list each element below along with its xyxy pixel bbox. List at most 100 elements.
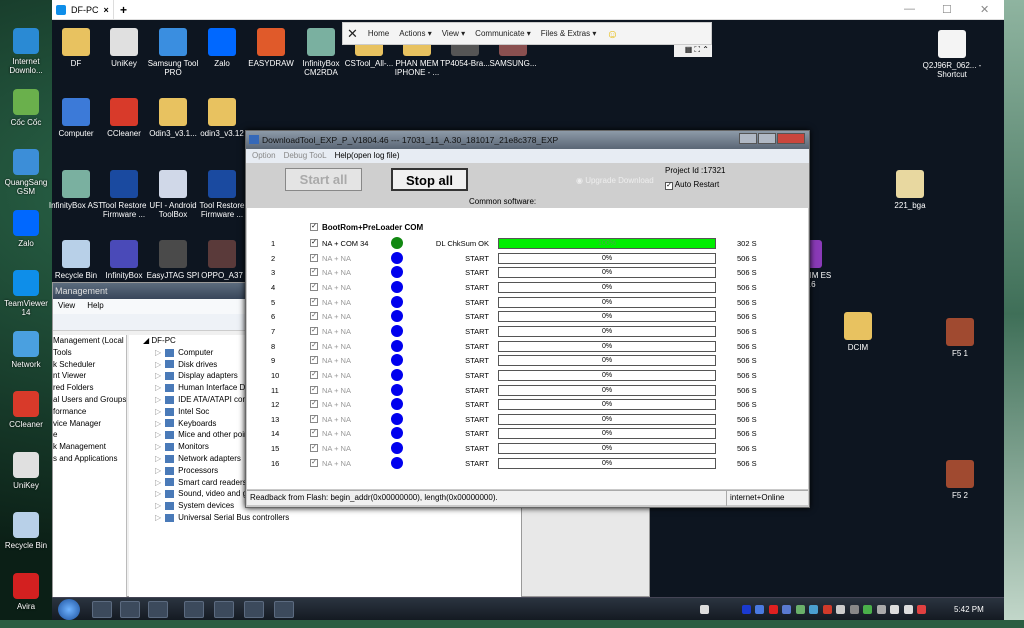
close-button[interactable]: ✕ <box>980 3 989 16</box>
port-checkbox[interactable]: ✓ <box>310 458 318 467</box>
start-all-button[interactable]: Start all <box>285 168 362 191</box>
port-checkbox[interactable]: ✓ <box>310 385 318 394</box>
desktop-icon[interactable]: Cốc Cốc <box>0 88 52 127</box>
auto-restart-checkbox[interactable]: ✓ Auto Restart <box>665 180 719 190</box>
view-button[interactable]: View ▾ <box>442 29 465 38</box>
desktop-icon[interactable]: Avira <box>0 572 52 611</box>
tree-item[interactable]: Management (Local <box>53 335 126 347</box>
menu-view[interactable]: View <box>58 301 75 312</box>
desktop-icon[interactable]: CCleaner <box>0 391 52 429</box>
tree-item[interactable]: al Users and Groups <box>53 394 126 406</box>
desktop-icon[interactable]: QuangSang GSM <box>0 149 52 196</box>
tray-icon[interactable] <box>903 605 913 614</box>
header-checkbox[interactable]: ✓ <box>310 223 318 231</box>
desktop-icon[interactable]: DCIM <box>828 312 888 352</box>
tray-icon[interactable] <box>782 605 791 614</box>
tray-icon[interactable] <box>741 605 751 614</box>
menu-item[interactable]: Option <box>252 151 276 161</box>
port-checkbox[interactable]: ✓ <box>310 370 318 379</box>
upgrade-download-radio[interactable]: ◉ Upgrade Download <box>576 176 654 185</box>
tree-item[interactable]: formance <box>53 406 126 418</box>
icon-label: Internet Downlo... <box>9 57 43 75</box>
tree-item[interactable]: k Scheduler <box>53 359 126 371</box>
desktop-icon[interactable]: Network <box>0 330 52 369</box>
tree-item[interactable]: k Management <box>53 441 126 453</box>
maximize-button[interactable] <box>758 133 776 144</box>
desktop-icon[interactable]: F5 1 <box>930 318 990 358</box>
port-checkbox[interactable]: ✓ <box>310 312 318 321</box>
desktop-icon[interactable]: TeamViewer 14 <box>0 270 52 317</box>
minimize-button[interactable] <box>739 133 757 144</box>
tray-icon[interactable] <box>809 605 818 614</box>
desktop-icon[interactable]: Tool Restore Firmware ... <box>192 170 252 219</box>
tray-icon[interactable] <box>755 605 764 614</box>
port-checkbox[interactable]: ✓ <box>310 297 318 306</box>
port-row: 6 ✓ NA + NA START 0% 506 S <box>247 310 808 323</box>
minimize-button[interactable]: — <box>904 3 915 15</box>
close-session-icon[interactable]: ✕ <box>347 26 358 42</box>
taskbar-app-button[interactable] <box>214 601 234 618</box>
desktop-icon[interactable]: F5 2 <box>930 460 990 500</box>
desktop-icon[interactable]: odin3_v3.12 <box>192 98 252 138</box>
port-checkbox[interactable]: ✓ <box>310 444 318 453</box>
close-button[interactable] <box>777 133 805 144</box>
tray-icon[interactable] <box>836 605 845 614</box>
taskbar-app-button[interactable] <box>120 601 140 618</box>
tray-icon[interactable] <box>917 605 926 614</box>
tree-item[interactable]: red Folders <box>53 382 126 394</box>
port-checkbox[interactable]: ✓ <box>310 356 318 365</box>
port-label: NA + NA <box>322 444 351 454</box>
port-checkbox[interactable]: ✓ <box>310 282 318 291</box>
tree-item[interactable]: s and Applications <box>53 453 126 465</box>
taskbar-app-button[interactable] <box>184 601 204 618</box>
desktop-icon[interactable]: UniKey <box>0 451 52 490</box>
taskbar-app-button[interactable] <box>244 601 264 618</box>
new-tab-button[interactable]: + <box>120 3 127 17</box>
desktop-icon[interactable]: 221_bga <box>880 170 940 210</box>
toolbar-collapse-controls[interactable]: ▦ ⛶ ⌃ <box>674 45 712 57</box>
start-button[interactable] <box>58 599 80 620</box>
port-checkbox[interactable]: ✓ <box>310 414 318 423</box>
desktop-icon[interactable]: Internet Downlo... <box>0 28 52 75</box>
port-checkbox[interactable]: ✓ <box>310 400 318 409</box>
tray-icon[interactable] <box>876 605 886 614</box>
desktop-icon[interactable]: Zalo <box>0 209 52 248</box>
tree-item[interactable]: Tools <box>53 347 126 359</box>
tab-close-icon[interactable]: × <box>104 5 109 15</box>
tray-icon[interactable] <box>890 605 899 614</box>
files-extras-button[interactable]: Files & Extras ▾ <box>541 29 597 38</box>
tray-icon[interactable] <box>768 605 778 614</box>
port-checkbox[interactable]: ✓ <box>310 268 318 277</box>
home-button[interactable]: Home <box>368 29 389 38</box>
port-checkbox[interactable]: ✓ <box>310 341 318 350</box>
device-category[interactable]: ▷ Universal Serial Bus controllers <box>143 512 521 524</box>
tab-df-pc[interactable]: DF-PC × <box>52 0 114 20</box>
tray-icon[interactable] <box>822 605 832 614</box>
actions-button[interactable]: Actions ▾ <box>399 29 431 38</box>
port-checkbox[interactable]: ✓ <box>310 239 318 247</box>
port-checkbox[interactable]: ✓ <box>310 253 318 262</box>
taskbar-app-button[interactable] <box>148 601 168 618</box>
tray-icon[interactable] <box>849 605 859 614</box>
tray-icon[interactable] <box>863 605 872 614</box>
tree-item[interactable]: vice Manager <box>53 418 126 430</box>
emoji-icon[interactable]: ☺ <box>606 27 618 41</box>
clock[interactable]: 5:42 PM <box>954 605 984 614</box>
tree-item[interactable]: nt Viewer <box>53 370 126 382</box>
menu-item[interactable]: Help(open log file) <box>335 151 400 161</box>
communicate-button[interactable]: Communicate ▾ <box>475 29 531 38</box>
maximize-button[interactable]: ☐ <box>942 3 952 16</box>
stop-all-button[interactable]: Stop all <box>391 168 468 191</box>
tray-icon[interactable] <box>700 605 709 614</box>
port-checkbox[interactable]: ✓ <box>310 429 318 438</box>
tray-icon[interactable] <box>795 605 805 614</box>
taskbar-app-button[interactable] <box>274 601 294 618</box>
port-checkbox[interactable]: ✓ <box>310 326 318 335</box>
taskbar-app-button[interactable] <box>92 601 112 618</box>
desktop-icon[interactable]: OPPO_A37 <box>192 240 252 280</box>
tree-item[interactable]: e <box>53 429 126 441</box>
menu-item[interactable]: Debug TooL <box>284 151 327 161</box>
desktop-icon[interactable]: Recycle Bin <box>0 512 52 550</box>
menu-help[interactable]: Help <box>87 301 103 312</box>
desktop-icon[interactable]: Q2J96R_062... - Shortcut <box>922 30 982 79</box>
